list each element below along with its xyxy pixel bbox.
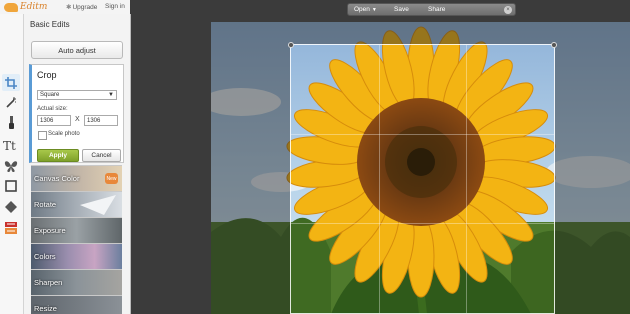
actual-size-label: Actual size: [37,106,68,112]
chevron-down-icon: ▼ [108,92,114,98]
text-icon: Tt [3,139,16,151]
size-separator: X [75,116,80,123]
chevron-down-icon: ▼ [371,7,377,13]
open-menu[interactable]: Open ▼ [354,6,377,13]
scale-photo-label: Scale photo [48,131,80,137]
effect-resize[interactable]: Resize [31,295,122,314]
butterfly-icon [4,160,18,172]
file-menu-bar: Open ▼ Save Share × [347,3,516,16]
crop-icon [5,76,17,89]
photo-canvas[interactable] [211,22,630,314]
effect-label: Exposure [34,226,66,235]
effect-canvas-color[interactable]: Canvas Color New [31,165,122,191]
crop-mask-left [211,22,290,314]
close-icon[interactable]: × [504,6,512,14]
crop-ratio-select[interactable]: Square ▼ [37,90,117,100]
texture-icon [5,200,17,213]
text-tool-button[interactable]: Tt [2,136,20,153]
share-menu[interactable]: Share [428,6,445,13]
frames-tool-button[interactable] [2,177,20,194]
overlays-tool-button[interactable] [2,219,20,236]
crop-height-input[interactable]: 1306 [84,115,118,126]
effect-sharpen[interactable]: Sharpen [31,269,122,295]
workspace: Open ▼ Save Share × [131,0,630,314]
brush-icon [9,115,14,129]
overlay-icon [5,221,17,234]
edit-panel: Basic Edits Auto adjust Crop Square ▼ Ac… [24,14,131,314]
magic-wand-icon [6,96,16,108]
adjust-tool-button[interactable] [2,94,20,111]
textures-tool-button[interactable] [2,198,20,215]
effect-label: Colors [34,252,56,261]
svg-text:Tt: Tt [3,139,16,151]
crop-handle-top-right[interactable] [551,42,557,48]
crop-title: Crop [37,70,57,80]
open-label: Open [354,6,370,13]
touch-up-tool-button[interactable] [2,114,20,131]
apply-button[interactable]: Apply [37,149,79,162]
top-bar: Editm ✱Upgrade Sign in [0,0,130,15]
tool-strip: Tt [0,14,24,314]
upgrade-link[interactable]: ✱Upgrade [66,3,97,11]
crop-grid-line [378,45,380,313]
crop-width-input[interactable]: 1306 [37,115,71,126]
app-name: Editm [20,2,48,12]
frame-icon [5,179,17,192]
effect-colors[interactable]: Colors [31,243,122,269]
crop-ratio-value: Square [40,92,60,98]
upgrade-label: Upgrade [72,4,98,11]
logo-mark-icon [4,2,18,12]
crop-handle-top-left[interactable] [288,42,294,48]
save-menu[interactable]: Save [394,6,409,13]
panel-title: Basic Edits [30,20,70,29]
app-logo[interactable]: Editm [4,1,47,13]
crop-mask-top [290,22,555,44]
cancel-button[interactable]: Cancel [82,149,121,162]
effect-label: Resize [34,304,57,313]
effect-exposure[interactable]: Exposure [31,217,122,243]
crop-grid-line [466,45,468,313]
paper-plane-icon [80,195,116,215]
effect-rotate[interactable]: Rotate [31,191,122,217]
effect-label: Rotate [34,200,57,209]
effect-label: Sharpen [34,278,63,287]
crop-mask-right [555,22,630,314]
stickers-tool-button[interactable] [2,157,20,174]
sign-in-link[interactable]: Sign in [105,3,125,10]
crop-tool-button[interactable] [2,74,20,91]
auto-adjust-button[interactable]: Auto adjust [31,41,123,59]
star-icon: ✱ [66,4,72,11]
effect-label: Canvas Color [34,174,80,183]
new-badge: New [105,173,118,184]
crop-grid-line [291,134,554,136]
scale-photo-checkbox[interactable] [38,131,47,140]
crop-grid-line [291,223,554,225]
crop-card: Crop Square ▼ Actual size: 1306 X 1306 S… [29,64,124,163]
crop-selection-box[interactable] [288,42,557,314]
